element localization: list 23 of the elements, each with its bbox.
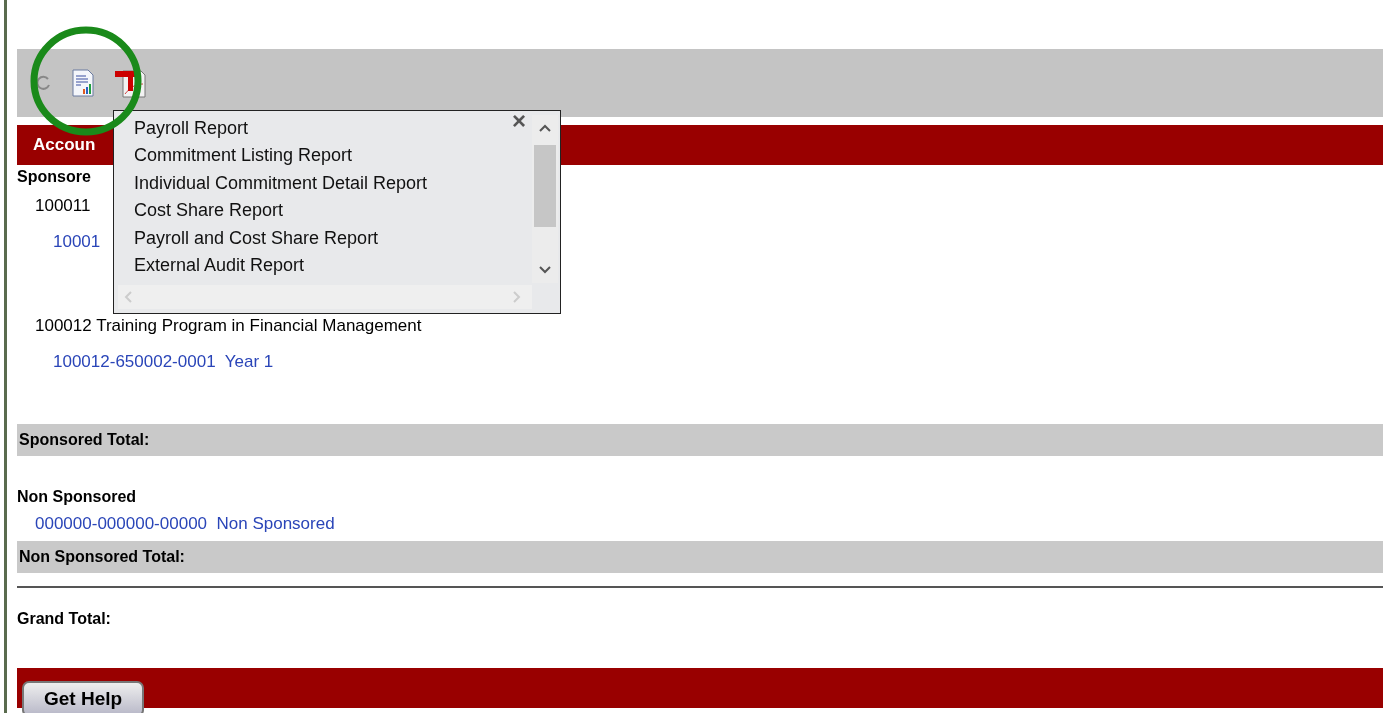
total-label: Grand Total: (17, 610, 111, 627)
menu-item[interactable]: Individual Commitment Detail Report (134, 172, 428, 194)
menu-item[interactable]: Commitment Listing Report (134, 145, 353, 167)
project-title: 100011 (35, 196, 91, 215)
section-title: Accoun (33, 135, 96, 155)
total-label: Non Sponsored Total: (19, 548, 185, 566)
pdf-icon[interactable] (115, 68, 149, 98)
account-link[interactable]: 100012-650002-0001 Year 1 (53, 352, 274, 371)
menu-item[interactable]: Cost Share Report (134, 200, 284, 222)
section-heading: Sponsore (17, 168, 91, 185)
total-label: Sponsored Total: (19, 431, 150, 449)
close-button[interactable]: × (512, 107, 526, 135)
horizontal-scrollbar[interactable] (118, 285, 532, 309)
project-title: 100012 Training Program in Financial Management (35, 316, 422, 335)
account-link[interactable]: 10001 (53, 232, 101, 251)
menu-item[interactable]: External Audit Report (134, 255, 305, 276)
help-button[interactable]: Get Help (22, 681, 145, 713)
menu-item[interactable]: Payroll and Cost Share Report (134, 227, 379, 249)
refresh-icon[interactable] (37, 73, 51, 93)
account-link[interactable]: 000000-000000-00000 Non Sponsored (35, 514, 335, 533)
report-icon[interactable] (71, 69, 95, 97)
section-heading: Non Sponsored (17, 488, 137, 505)
menu-item[interactable]: Payroll Report (134, 118, 249, 139)
